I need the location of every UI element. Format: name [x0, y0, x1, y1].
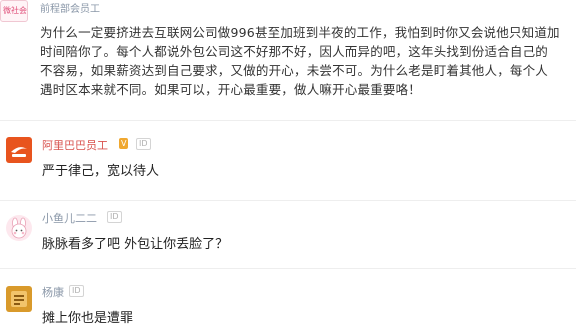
comment-line-1: 为什么一定要挤进去互联网公司做996甚至加班到半夜的工作，我怕到时你又会说他只知…	[40, 25, 560, 40]
username[interactable]: 杨康	[42, 284, 64, 300]
vip-badge: V	[119, 138, 129, 149]
id-badge: ID	[107, 211, 122, 223]
cartoon-bunny-icon	[11, 217, 27, 239]
avatar-pattern-icon	[11, 291, 27, 307]
username[interactable]: 阿里巴巴员工	[42, 137, 108, 153]
id-badge: ID	[136, 138, 151, 150]
divider	[0, 120, 576, 121]
divider	[0, 200, 576, 201]
comment-text: 脉脉看多了吧 外包让你丢脸了？	[42, 237, 229, 252]
comment-line-2: 时间陪你了。每个人都说外包公司这不好那不好，因人而异的吧，这年头找到份适合自己的	[40, 44, 549, 59]
comment-text: 严于律己，宽以待人	[42, 164, 160, 179]
divider	[0, 268, 576, 269]
comment-text: 摊上你也是遭罪	[42, 311, 134, 326]
avatar[interactable]	[6, 137, 32, 163]
comment-line-3: 不容易，如果薪资达到自己要求，又做的开心，未尝不可。为什么老是盯着其他人，每个人	[40, 63, 549, 78]
avatar-logo-text: 微社会	[3, 6, 27, 15]
comment-line-4: 遇时区本来就不同。如果可以，开心最重要，做人嘛开心最重要咯！	[40, 82, 422, 97]
company-logo-icon	[11, 147, 27, 157]
username[interactable]: 小鱼儿二二	[42, 210, 97, 226]
username[interactable]: 前程部会员工	[40, 0, 100, 15]
avatar[interactable]: 微社会	[0, 0, 28, 22]
id-badge: ID	[69, 285, 84, 297]
avatar[interactable]	[6, 215, 32, 241]
avatar[interactable]	[6, 286, 32, 312]
